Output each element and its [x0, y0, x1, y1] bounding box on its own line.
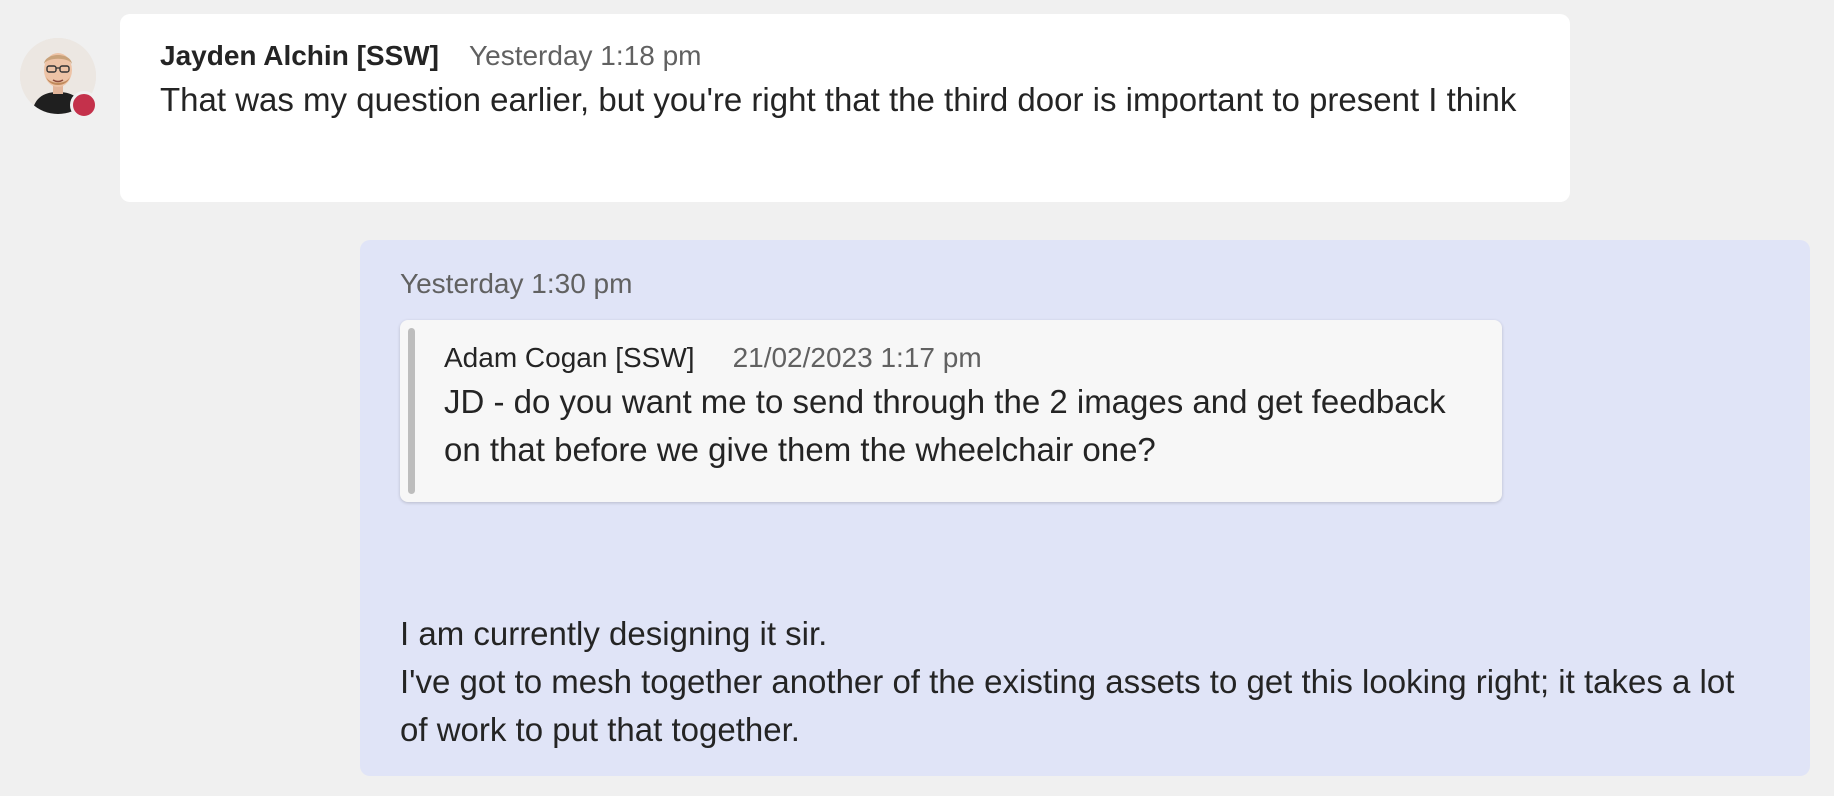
message-line: I've got to mesh together another of the…	[400, 663, 1735, 748]
quote-timestamp: 21/02/2023 1:17 pm	[732, 342, 982, 373]
presence-busy-indicator	[70, 91, 98, 119]
message-line: I am currently designing it sir.	[400, 615, 828, 652]
message-timestamp: Yesterday 1:18 pm	[469, 40, 702, 71]
message-body: That was my question earlier, but you're…	[160, 81, 1517, 118]
message-timestamp: Yesterday 1:30 pm	[400, 268, 633, 299]
quote-header: Adam Cogan [SSW] 21/02/2023 1:17 pm	[444, 342, 1472, 374]
quote-sender-name: Adam Cogan [SSW]	[444, 342, 695, 373]
quote-bar	[408, 328, 415, 494]
message-body: I am currently designing it sir. I've go…	[400, 610, 1770, 754]
chat-thread: Jayden Alchin [SSW] Yesterday 1:18 pm Th…	[0, 0, 1834, 796]
sender-name[interactable]: Jayden Alchin [SSW]	[160, 40, 439, 72]
incoming-message[interactable]: Jayden Alchin [SSW] Yesterday 1:18 pm Th…	[120, 14, 1570, 202]
message-header: Jayden Alchin [SSW] Yesterday 1:18 pm	[160, 40, 1530, 72]
quoted-reply[interactable]: Adam Cogan [SSW] 21/02/2023 1:17 pm JD -…	[400, 320, 1502, 502]
outgoing-message[interactable]: Yesterday 1:30 pm Adam Cogan [SSW] 21/02…	[360, 240, 1810, 776]
quote-body: JD - do you want me to send through the …	[444, 383, 1446, 468]
